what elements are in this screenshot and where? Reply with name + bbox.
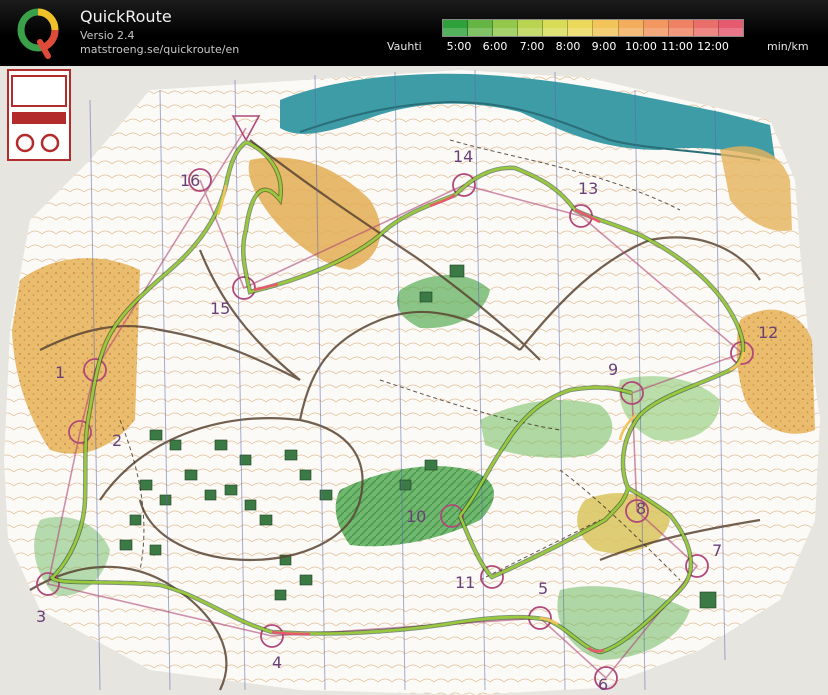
pace-legend-tick: 9:00 [591,40,617,53]
orienteering-map[interactable]: 1 2 3 4 5 6 7 8 9 10 11 12 13 14 15 16 [0,66,828,695]
pace-legend-tick: 8:00 [555,40,581,53]
control-number-6: 6 [598,675,608,694]
pace-legend-segment [543,20,569,36]
pace-legend-tick: 5:00 [446,40,472,53]
control-number-14: 14 [453,147,473,166]
app-name: QuickRoute [80,7,172,26]
control-number-16: 16 [180,171,200,190]
control-number-3: 3 [36,607,46,626]
pace-legend-segment [568,20,594,36]
pace-legend-segment [718,20,744,36]
pace-legend-segment [468,20,494,36]
pace-legend-tick: 12:00 [697,40,729,53]
control-number-10: 10 [406,507,426,526]
pace-legend-segment [693,20,719,36]
pace-legend-tick: 7:00 [519,40,545,53]
pace-color-legend [442,19,744,37]
event-logo-icon [7,69,71,161]
pace-legend-segment [443,20,469,36]
control-number-5: 5 [538,579,548,598]
pace-legend-segment [668,20,694,36]
pace-legend-tick: 10:00 [625,40,657,53]
quickroute-header: QuickRoute Versio 2.4 matstroeng.se/quic… [0,0,828,66]
pace-legend-segment [593,20,619,36]
map-canvas[interactable]: 12345678910111213141516 [0,66,828,695]
control-number-9: 9 [608,360,618,379]
app-version: Versio 2.4 [80,29,135,42]
control-number-2: 2 [112,431,122,450]
pace-unit-label: min/km [767,40,809,53]
pace-legend-tick: 6:00 [482,40,508,53]
control-number-1: 1 [55,363,65,382]
app-url: matstroeng.se/quickroute/en [80,43,240,56]
pace-legend-segment [643,20,669,36]
control-number-11: 11 [455,573,475,592]
pace-legend-label: Vauhti [387,40,422,53]
pace-legend-tick: 11:00 [661,40,693,53]
pace-legend-segment [618,20,644,36]
pace-legend-segment [493,20,519,36]
control-number-15: 15 [210,299,230,318]
control-number-4: 4 [272,653,282,672]
quickroute-logo-icon [17,8,59,59]
pace-legend-segment [518,20,544,36]
control-number-13: 13 [578,179,598,198]
control-number-12: 12 [758,323,778,342]
control-number-8: 8 [636,499,646,518]
control-number-7: 7 [712,541,722,560]
